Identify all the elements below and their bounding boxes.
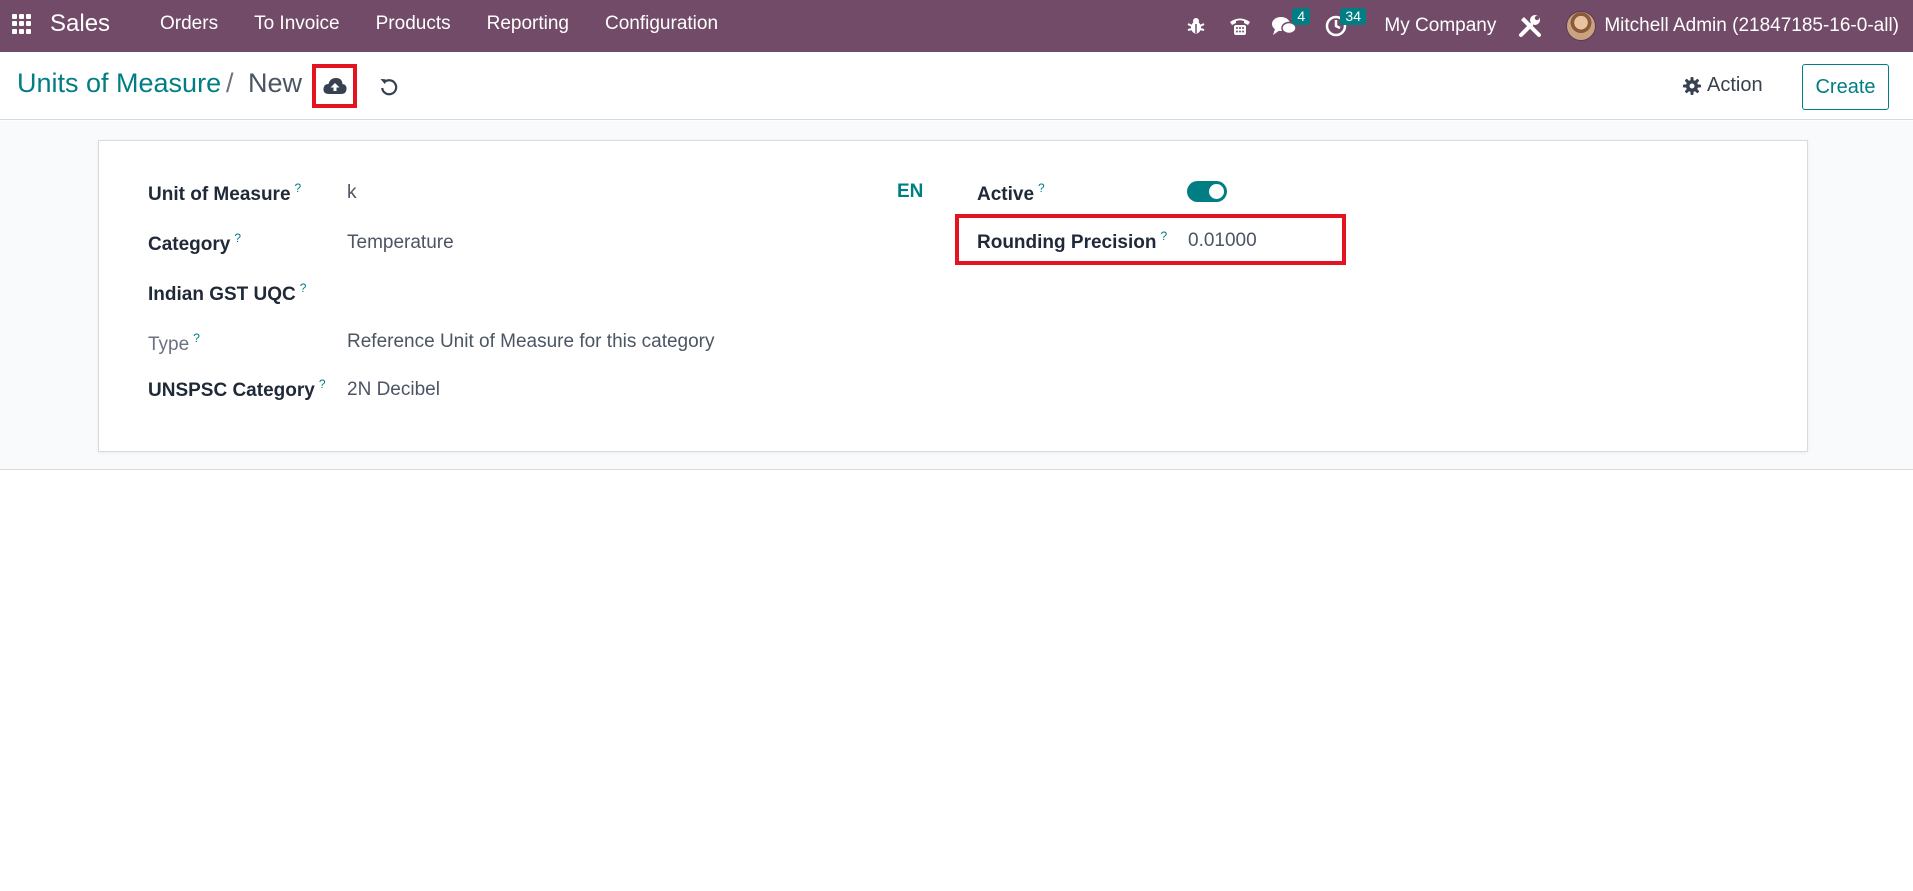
- breadcrumb-current: New: [248, 68, 303, 98]
- unspsc-field[interactable]: 2N Decibel: [347, 379, 440, 401]
- help-icon[interactable]: ?: [295, 181, 302, 195]
- control-panel: Units of Measure / New Action Create: [0, 52, 1913, 120]
- gst-uqc-label: Indian GST UQC?: [148, 281, 307, 305]
- active-label: Active?: [977, 181, 1045, 205]
- create-button[interactable]: Create: [1802, 64, 1889, 110]
- messages-badge: 4: [1292, 8, 1311, 25]
- category-field[interactable]: Temperature: [347, 232, 454, 254]
- type-field: Reference Unit of Measure for this categ…: [347, 331, 715, 352]
- company-switcher[interactable]: My Company: [1372, 15, 1510, 37]
- menu-to-invoice[interactable]: To Invoice: [236, 0, 358, 52]
- cloud-upload-icon: [322, 78, 347, 94]
- help-icon[interactable]: ?: [319, 377, 326, 391]
- uom-input[interactable]: k: [347, 182, 357, 204]
- language-button[interactable]: EN: [897, 181, 923, 203]
- breadcrumb-units-of-measure[interactable]: Units of Measure: [17, 68, 221, 99]
- type-label: Type?: [148, 331, 200, 355]
- help-icon[interactable]: ?: [300, 281, 307, 295]
- top-navbar: Sales Orders To Invoice Products Reporti…: [0, 0, 1913, 52]
- activities-clock-icon[interactable]: 34: [1314, 0, 1372, 52]
- user-name: Mitchell Admin (21847185-16-0-all): [1604, 15, 1899, 36]
- action-button[interactable]: Action: [1683, 74, 1763, 97]
- save-button[interactable]: [312, 64, 357, 108]
- gst-uqc-field[interactable]: [347, 282, 847, 306]
- help-icon[interactable]: ?: [234, 231, 241, 245]
- activities-badge: 34: [1340, 8, 1366, 25]
- help-icon[interactable]: ?: [193, 331, 200, 345]
- messages-icon[interactable]: 4: [1262, 0, 1314, 52]
- main-menu: Orders To Invoice Products Reporting Con…: [142, 0, 736, 52]
- menu-reporting[interactable]: Reporting: [469, 0, 587, 52]
- uom-label: Unit of Measure?: [148, 181, 302, 205]
- unspsc-label: UNSPSC Category?: [148, 377, 326, 401]
- tools-icon[interactable]: [1510, 0, 1550, 52]
- app-menu-icon[interactable]: [12, 14, 32, 34]
- menu-configuration[interactable]: Configuration: [587, 0, 736, 52]
- avatar: [1566, 11, 1597, 41]
- phone-icon[interactable]: [1218, 0, 1262, 52]
- discard-button[interactable]: [374, 72, 404, 102]
- action-label: Action: [1707, 74, 1763, 96]
- active-toggle[interactable]: [1187, 181, 1227, 202]
- gear-icon: [1683, 76, 1701, 95]
- help-icon[interactable]: ?: [1038, 181, 1045, 195]
- systray: 4 34 My Company Mitchell Admin (21847185…: [1174, 0, 1913, 52]
- user-menu[interactable]: Mitchell Admin (21847185-16-0-all): [1566, 11, 1913, 41]
- app-brand[interactable]: Sales: [50, 10, 110, 38]
- breadcrumb-separator: /: [226, 68, 234, 98]
- menu-products[interactable]: Products: [358, 0, 469, 52]
- debug-bug-icon[interactable]: [1174, 0, 1218, 52]
- undo-icon: [380, 79, 398, 96]
- menu-orders[interactable]: Orders: [142, 0, 236, 52]
- rounding-precision-highlight: [955, 214, 1346, 265]
- category-label: Category?: [148, 231, 242, 255]
